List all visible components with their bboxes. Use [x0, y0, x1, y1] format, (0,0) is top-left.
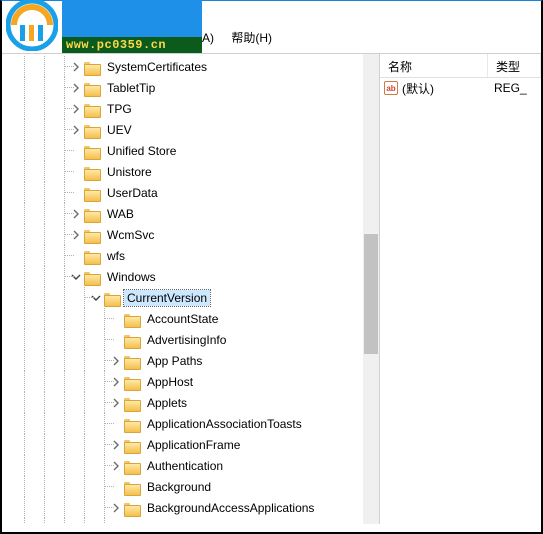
tree-item[interactable]: AppHost [2, 371, 379, 392]
folder-icon [124, 312, 140, 326]
folder-icon [124, 480, 140, 494]
tree-item[interactable]: TPG [2, 98, 379, 119]
tree-item[interactable]: UserData [2, 182, 379, 203]
folder-icon [84, 123, 100, 137]
tree-item[interactable]: BackgroundAccessApplications [2, 497, 379, 518]
tree-item[interactable]: UEV [2, 119, 379, 140]
tree-item[interactable]: Windows [2, 266, 379, 287]
registry-tree[interactable]: SystemCertificates TabletTip TPG UEV Unified… [2, 54, 379, 524]
folder-icon [124, 501, 140, 515]
tree-item-label: Windows [104, 269, 159, 285]
tree-item-label: WAB [104, 206, 137, 222]
tree-item[interactable]: TabletTip [2, 77, 379, 98]
content-split: SystemCertificates TabletTip TPG UEV Unified… [2, 53, 541, 524]
folder-icon [84, 144, 100, 158]
folder-icon [84, 102, 100, 116]
folder-icon [84, 60, 100, 74]
values-list[interactable]: ab (默认)REG_ [380, 78, 541, 98]
tree-item[interactable]: CurrentVersion [2, 287, 379, 308]
tree-item-label: ClickNote [144, 521, 201, 525]
title-overlay [62, 0, 202, 37]
tree-item-label: AppHost [144, 374, 196, 390]
tree-item[interactable]: Authentication [2, 455, 379, 476]
folder-icon [84, 207, 100, 221]
folder-icon [124, 375, 140, 389]
tree-item-label: Unistore [104, 164, 155, 180]
tree-pane[interactable]: SystemCertificates TabletTip TPG UEV Unified… [2, 54, 380, 524]
tree-item[interactable]: AdvertisingInfo [2, 329, 379, 350]
tree-item[interactable]: Background [2, 476, 379, 497]
tree-item-label: TPG [104, 101, 135, 117]
folder-icon [124, 354, 140, 368]
folder-icon [124, 396, 140, 410]
tree-item[interactable]: WAB [2, 203, 379, 224]
value-name: (默认) [402, 80, 494, 97]
tree-item[interactable]: ApplicationAssociationToasts [2, 413, 379, 434]
tree-item-label: Background [144, 479, 214, 495]
tree-item-label: wfs [104, 248, 128, 264]
tree-item-label: AdvertisingInfo [144, 332, 229, 348]
folder-icon [84, 228, 100, 242]
tree-item-label: WcmSvc [104, 227, 157, 243]
tree-item[interactable]: Applets [2, 392, 379, 413]
value-row[interactable]: ab (默认)REG_ [380, 78, 541, 98]
tree-item-label: UEV [104, 122, 135, 138]
registry-editor-window: www.pc0359.cn A) 帮助(H) SystemCertificate… [0, 0, 543, 534]
tree-item-label: SystemCertificates [104, 59, 210, 75]
folder-icon [124, 438, 140, 452]
tree-item-label: ApplicationAssociationToasts [144, 416, 305, 432]
value-type: REG_ [494, 81, 527, 95]
folder-icon [84, 249, 100, 263]
tree-item-label: UserData [104, 185, 161, 201]
tree-item[interactable]: AccountState [2, 308, 379, 329]
watermark-url: www.pc0359.cn [62, 37, 202, 53]
tree-item[interactable]: ClickNote [2, 518, 379, 524]
column-name[interactable]: 名称 [380, 54, 488, 77]
site-logo [2, 0, 62, 53]
tree-item[interactable]: SystemCertificates [2, 56, 379, 77]
tree-item[interactable]: wfs [2, 245, 379, 266]
column-type[interactable]: 类型 [488, 54, 541, 77]
menu-item-help[interactable]: 帮助(H) [231, 31, 272, 45]
tree-item[interactable]: Unistore [2, 161, 379, 182]
tree-item[interactable]: Unified Store [2, 140, 379, 161]
tree-item-label: CurrentVersion [124, 290, 210, 306]
chevron-right-icon[interactable] [110, 523, 122, 525]
folder-icon [124, 522, 140, 525]
tree-item-label: Authentication [144, 458, 226, 474]
folder-icon [104, 291, 120, 305]
values-header: 名称 类型 [380, 54, 541, 78]
tree-item-label: AccountState [144, 311, 221, 327]
tree-item[interactable]: ApplicationFrame [2, 434, 379, 455]
tree-item-label: Applets [144, 395, 190, 411]
reg-sz-icon: ab [384, 81, 398, 95]
values-pane[interactable]: 名称 类型 ab (默认)REG_ [380, 54, 541, 524]
logo-icon [6, 0, 58, 51]
folder-icon [124, 333, 140, 347]
folder-icon [124, 417, 140, 431]
tree-item[interactable]: WcmSvc [2, 224, 379, 245]
tree-item-label: Unified Store [104, 143, 179, 159]
scrollbar-thumb[interactable] [364, 234, 378, 354]
tree-item-label: BackgroundAccessApplications [144, 500, 317, 516]
tree-item-label: ApplicationFrame [144, 437, 243, 453]
tree-item-label: App Paths [144, 353, 205, 369]
folder-icon [84, 81, 100, 95]
menu-item-a-frag[interactable]: A) [202, 31, 214, 45]
tree-item[interactable]: App Paths [2, 350, 379, 371]
tree-scrollbar[interactable] [363, 54, 379, 524]
folder-icon [84, 270, 100, 284]
folder-icon [84, 165, 100, 179]
folder-icon [84, 186, 100, 200]
folder-icon [124, 459, 140, 473]
tree-item-label: TabletTip [104, 80, 158, 96]
header: www.pc0359.cn A) 帮助(H) [2, 1, 541, 53]
menu-bar-fragment: A) 帮助(H) [202, 29, 286, 46]
